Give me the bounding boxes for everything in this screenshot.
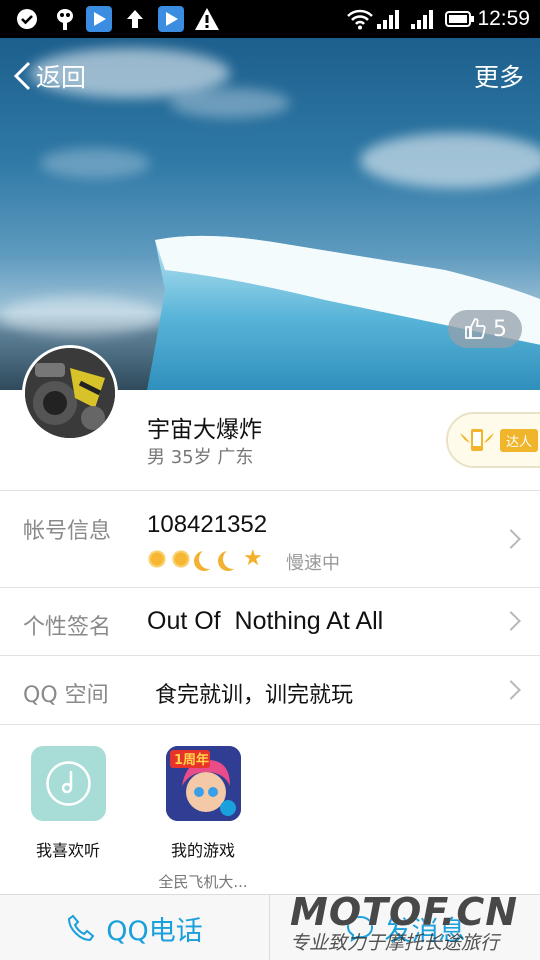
sun-icon bbox=[147, 549, 167, 569]
signature-label: 个性签名 bbox=[23, 615, 112, 640]
cloud bbox=[360, 133, 540, 188]
signature-row[interactable]: 个性签名 Out Of Nothing At All bbox=[0, 588, 540, 655]
chevron-right-icon bbox=[501, 611, 521, 631]
phone-icon bbox=[68, 914, 95, 942]
bottom-bar: QQ电话 发消息 bbox=[0, 894, 540, 960]
upload-icon bbox=[122, 6, 148, 32]
back-label: 返回 bbox=[36, 63, 87, 92]
cloud bbox=[170, 88, 290, 118]
clock: 12:59 bbox=[477, 7, 530, 30]
divider bbox=[0, 724, 540, 725]
qq-call-button[interactable]: QQ电话 bbox=[0, 895, 269, 960]
level-icons: ★ bbox=[147, 548, 265, 570]
moon-icon bbox=[199, 549, 219, 569]
winged-phone-icon bbox=[460, 429, 494, 451]
warning-icon bbox=[194, 6, 220, 32]
like-count: 5 bbox=[493, 316, 507, 342]
qq-call-label: QQ电话 bbox=[106, 915, 203, 947]
app-music[interactable]: 我喜欢听 bbox=[8, 746, 128, 861]
thumbs-up-icon bbox=[465, 318, 486, 339]
music-icon bbox=[30, 746, 106, 821]
talent-label: 达人 bbox=[500, 428, 539, 452]
cloud bbox=[0, 296, 160, 336]
chevron-right-icon bbox=[501, 680, 521, 700]
star-icon: ★ bbox=[243, 546, 263, 571]
more-button[interactable]: 更多 bbox=[474, 58, 524, 94]
qzone-row[interactable]: QQ 空间 食完就训，训完就玩 bbox=[0, 656, 540, 724]
app-name: 我喜欢听 bbox=[35, 841, 100, 860]
notification-icon bbox=[52, 6, 78, 32]
apps-section: 我喜欢听 1周年 我的游戏 全民飞机大... bbox=[0, 726, 540, 894]
account-row[interactable]: 帐号信息 108421352 ★ 慢速中 bbox=[0, 491, 540, 587]
battery-icon bbox=[444, 6, 476, 32]
sun-icon bbox=[171, 549, 191, 569]
cloud bbox=[40, 148, 150, 178]
moon-icon bbox=[223, 549, 243, 569]
app-games[interactable]: 1周年 我的游戏 全民飞机大... bbox=[143, 746, 263, 892]
qq-number: 108421352 bbox=[147, 511, 268, 538]
signal-icon bbox=[410, 6, 436, 32]
account-label: 帐号信息 bbox=[23, 519, 112, 544]
svg-text:1周年: 1周年 bbox=[174, 752, 209, 768]
qzone-label: QQ 空间 bbox=[23, 683, 109, 708]
play-store-icon bbox=[86, 6, 112, 32]
signature-value: Out Of Nothing At All bbox=[147, 607, 384, 635]
status-bar: 12:59 bbox=[0, 0, 540, 38]
chevron-left-icon bbox=[13, 61, 31, 91]
app-subtitle: 全民飞机大... bbox=[158, 873, 248, 891]
chevron-right-icon bbox=[501, 529, 521, 549]
back-button[interactable]: 返回 bbox=[12, 58, 86, 94]
nickname: 宇宙大爆炸 bbox=[147, 417, 262, 443]
send-message-button[interactable]: 发消息 bbox=[270, 895, 540, 960]
signal-icon bbox=[376, 6, 402, 32]
play-store-icon bbox=[158, 6, 184, 32]
app-name: 我的游戏 bbox=[170, 841, 235, 860]
chat-bubble-icon bbox=[346, 915, 373, 943]
talent-badge[interactable]: 达人 bbox=[446, 412, 540, 468]
profile-info: 男 35岁 广东 bbox=[147, 447, 254, 468]
speed-label: 慢速中 bbox=[286, 553, 340, 574]
game-icon: 1周年 bbox=[165, 746, 241, 821]
qzone-value: 食完就训，训完就玩 bbox=[155, 683, 354, 708]
avatar[interactable] bbox=[22, 345, 118, 441]
send-message-label: 发消息 bbox=[384, 915, 466, 947]
check-icon bbox=[14, 6, 40, 32]
wifi-icon bbox=[346, 6, 374, 32]
like-button[interactable]: 5 bbox=[448, 310, 522, 348]
cover-image[interactable]: 返回 更多 5 bbox=[0, 38, 540, 390]
motorcycle-avatar-image bbox=[25, 348, 115, 438]
